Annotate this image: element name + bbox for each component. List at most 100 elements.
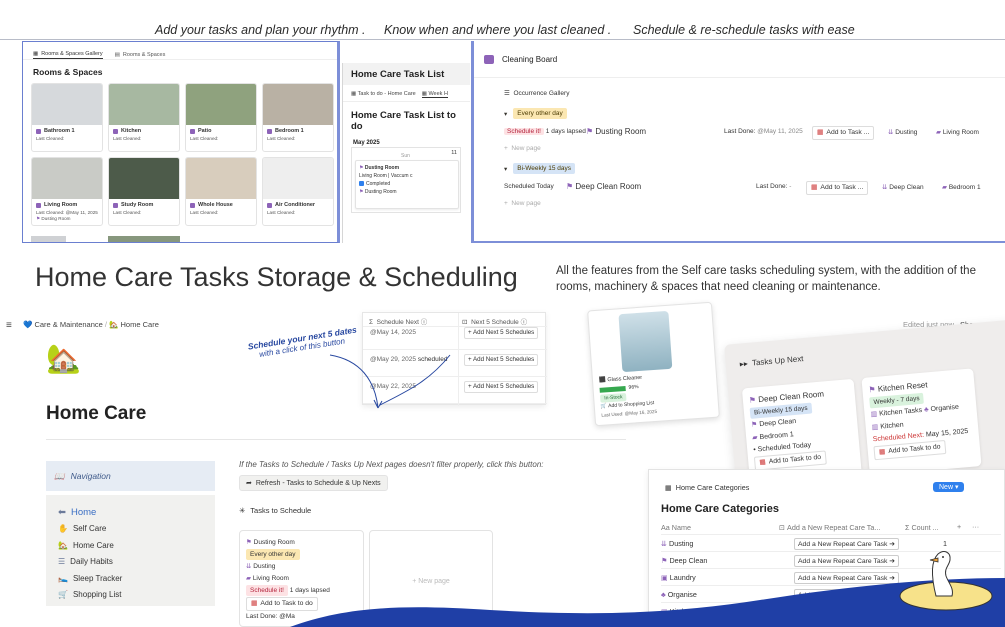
room-icon: ▰ [942,184,947,191]
nav-item-daily-habits[interactable]: ☰ Daily Habits [58,554,215,571]
group-header[interactable]: ▾ Every other day [504,108,1005,119]
stock-level: 96% [599,384,639,393]
room-icon [267,202,272,208]
room-card[interactable]: Bathroom 1 Last Cleaned: [31,83,103,152]
room-icon [36,202,41,208]
add-repeat-task-button[interactable]: Add a New Repeat Care Task ➔ [794,538,899,550]
col-name: Aa Name [661,523,691,532]
tab-rooms-gallery[interactable]: ▦ Rooms & Spaces Gallery [33,50,103,59]
room-icon: ▰ [936,129,941,136]
room-name: Whole House [190,202,252,208]
nav-item-home[interactable]: ⬅ Home [58,504,215,521]
nav-icon: 🛒 [58,590,68,600]
category-icon: ⇊ [882,184,888,191]
nav-icon: ⬅ [58,506,66,518]
broom-icon: ⚑ [586,127,594,136]
refresh-hint: If the Tasks to Schedule / Tasks Up Next… [239,460,544,469]
add-column-icon[interactable]: + [957,522,961,531]
navigation-box: 📖 Navigation ⬅ Home ✋ Self Care 🏡 Home Care ☰ D… [46,461,215,606]
row-last-done: Last Done: - [756,183,792,190]
room-thumb-partial [31,236,66,242]
new-button[interactable]: New ▾ [933,482,965,492]
room-photo [263,84,333,125]
add-to-task-button[interactable]: ▦ Add to Task ... [806,181,869,195]
rooms-gallery-panel: ▦ Rooms & Spaces Gallery ▤ Rooms & Space… [22,41,340,243]
calendar-icon: ▦ [251,600,258,608]
navigation-list: ⬅ Home ✋ Self Care 🏡 Home Care ☰ Daily Habits 🛌 S… [46,495,215,606]
room-card[interactable]: Air Conditioner Last Cleaned: [262,157,334,226]
nav-item-home-care[interactable]: 🏡 Home Care [58,537,215,554]
kitchen-icon: ▥ [870,411,878,419]
page-headline: Home Care Tasks Storage & Scheduling [35,262,518,292]
col-count: Σ Count ... [905,523,939,532]
tab-label: Rooms & Spaces Gallery [41,51,103,57]
room-thumb-partial [108,236,180,242]
broom-icon: ⚑ [566,182,574,191]
nav-item-shopping-list[interactable]: 🛒 Shopping List [58,587,215,604]
group-header[interactable]: ▾ Bi-Weekly 15 days [504,163,1005,174]
room-card[interactable]: Patio Last Cleaned: [185,83,257,152]
menu-icon[interactable]: ≡ [6,320,12,331]
page-icon[interactable]: 🏡 [46,342,81,375]
room-name: Living Room [36,202,98,208]
broom-icon: ⚑ [36,215,41,221]
room-last-cleaned: Last Cleaned: @May 11, 2025 ⚑ Dusting Ro… [36,210,98,221]
task-status: Completed [359,180,455,188]
nav-item-self-care[interactable]: ✋ Self Care [58,521,215,538]
refresh-button[interactable]: ➦ Refresh - Tasks to Schedule & Up Nexts [239,475,388,491]
room-card[interactable]: Study Room Last Cleaned: [108,157,180,226]
room-last-cleaned: Last Cleaned: [113,210,142,215]
task-list-title: Home Care Task List to do [351,110,456,132]
up-next-card[interactable]: ⚑ Kitchen Reset Weekly - 7 days ▥ Kitche… [861,368,982,476]
room-icon [190,202,195,208]
room-card[interactable]: Bedroom 1 Last Cleaned: [262,83,334,152]
add-to-task-button[interactable]: ▦ Add to Task ... [812,126,875,140]
page-title: Home Care [46,403,147,424]
add-repeat-task-button[interactable]: Add a New Repeat Care Task ➔ [794,555,899,567]
tab-task-to-do[interactable]: ▦ Task to do - Home Care [351,91,416,98]
breadcrumb-parent[interactable]: Care & Maintenance [34,320,102,329]
bed-icon: ▰ [751,433,758,442]
add-next-5-button[interactable]: + Add Next 5 Schedules [464,327,539,339]
tagline-3: Schedule & re-schedule tasks with ease [633,23,855,37]
item-name: ⬛ Glass Cleaner [598,374,643,384]
add-next-5-button[interactable]: + Add Next 5 Schedules [464,381,539,393]
calendar-task-card[interactable]: ⚑ Dusting Room Living Room | Vaccum c Co… [355,160,459,209]
tab-label: Rooms & Spaces [122,51,166,58]
tab-rooms-table[interactable]: ▤ Rooms & Spaces [115,50,166,59]
toggle-icon[interactable]: ▾ [504,110,507,118]
category-name: ⚑ Deep Clean [661,556,708,565]
board-groups: ▾ Every other day Schedule it! 1 days la… [474,108,1005,207]
room-icon [36,128,41,134]
toggle-icon[interactable]: ▾ [504,165,507,173]
room-last-cleaned: Last Cleaned: [36,136,65,141]
row-category: ⇊ Dusting [888,129,918,136]
breadcrumb-current[interactable]: Home Care [121,320,159,329]
checkbox-icon[interactable] [359,181,364,187]
board-title: Cleaning Board [502,54,558,64]
task-name: ⚑ Dusting Room [359,165,400,171]
rooms-tabbar: ▦ Rooms & Spaces Gallery ▤ Rooms & Space… [23,42,337,60]
room-card[interactable]: Whole House Last Cleaned: [185,157,257,226]
board-row[interactable]: Scheduled Today ⚑ Deep Clean Room Last D… [474,178,1005,196]
tab-week[interactable]: ▦ Week H [421,91,448,98]
room-card[interactable]: Living Room Last Cleaned: @May 11, 2025 … [31,157,103,226]
new-page-button[interactable]: + New page [504,200,1005,207]
navigation-header: 📖 Navigation [46,461,215,491]
room-card[interactable]: Kitchen Last Cleaned: [108,83,180,152]
row-status: Schedule it! 1 days lapsed [504,128,586,135]
categories-view-tab[interactable]: ▦ Home Care Categories [665,483,749,492]
room-icon [113,128,118,134]
inventory-card[interactable]: ⬛ Glass Cleaner 96% In-Stock 🛒 Add to Sh… [587,301,720,427]
calendar-cell[interactable]: 11 ⚑ Dusting Room Living Room | Vaccum c… [351,147,461,213]
board-row[interactable]: Schedule it! 1 days lapsed ⚑ Dusting Roo… [474,123,1005,141]
nav-item-sleep-tracker[interactable]: 🛌 Sleep Tracker [58,570,215,587]
new-page-button[interactable]: + New page [504,145,1005,152]
refresh-label: Refresh - Tasks to Schedule & Up Nexts [255,479,381,487]
tab-label: Week H [428,91,448,97]
view-tab[interactable]: ☰ Occurrence Gallery [504,89,1005,97]
stock-percent: 96% [628,384,639,391]
room-name: Study Room [113,202,175,208]
more-icon[interactable]: ··· [972,522,979,531]
add-next-5-button[interactable]: + Add Next 5 Schedules [464,354,539,366]
